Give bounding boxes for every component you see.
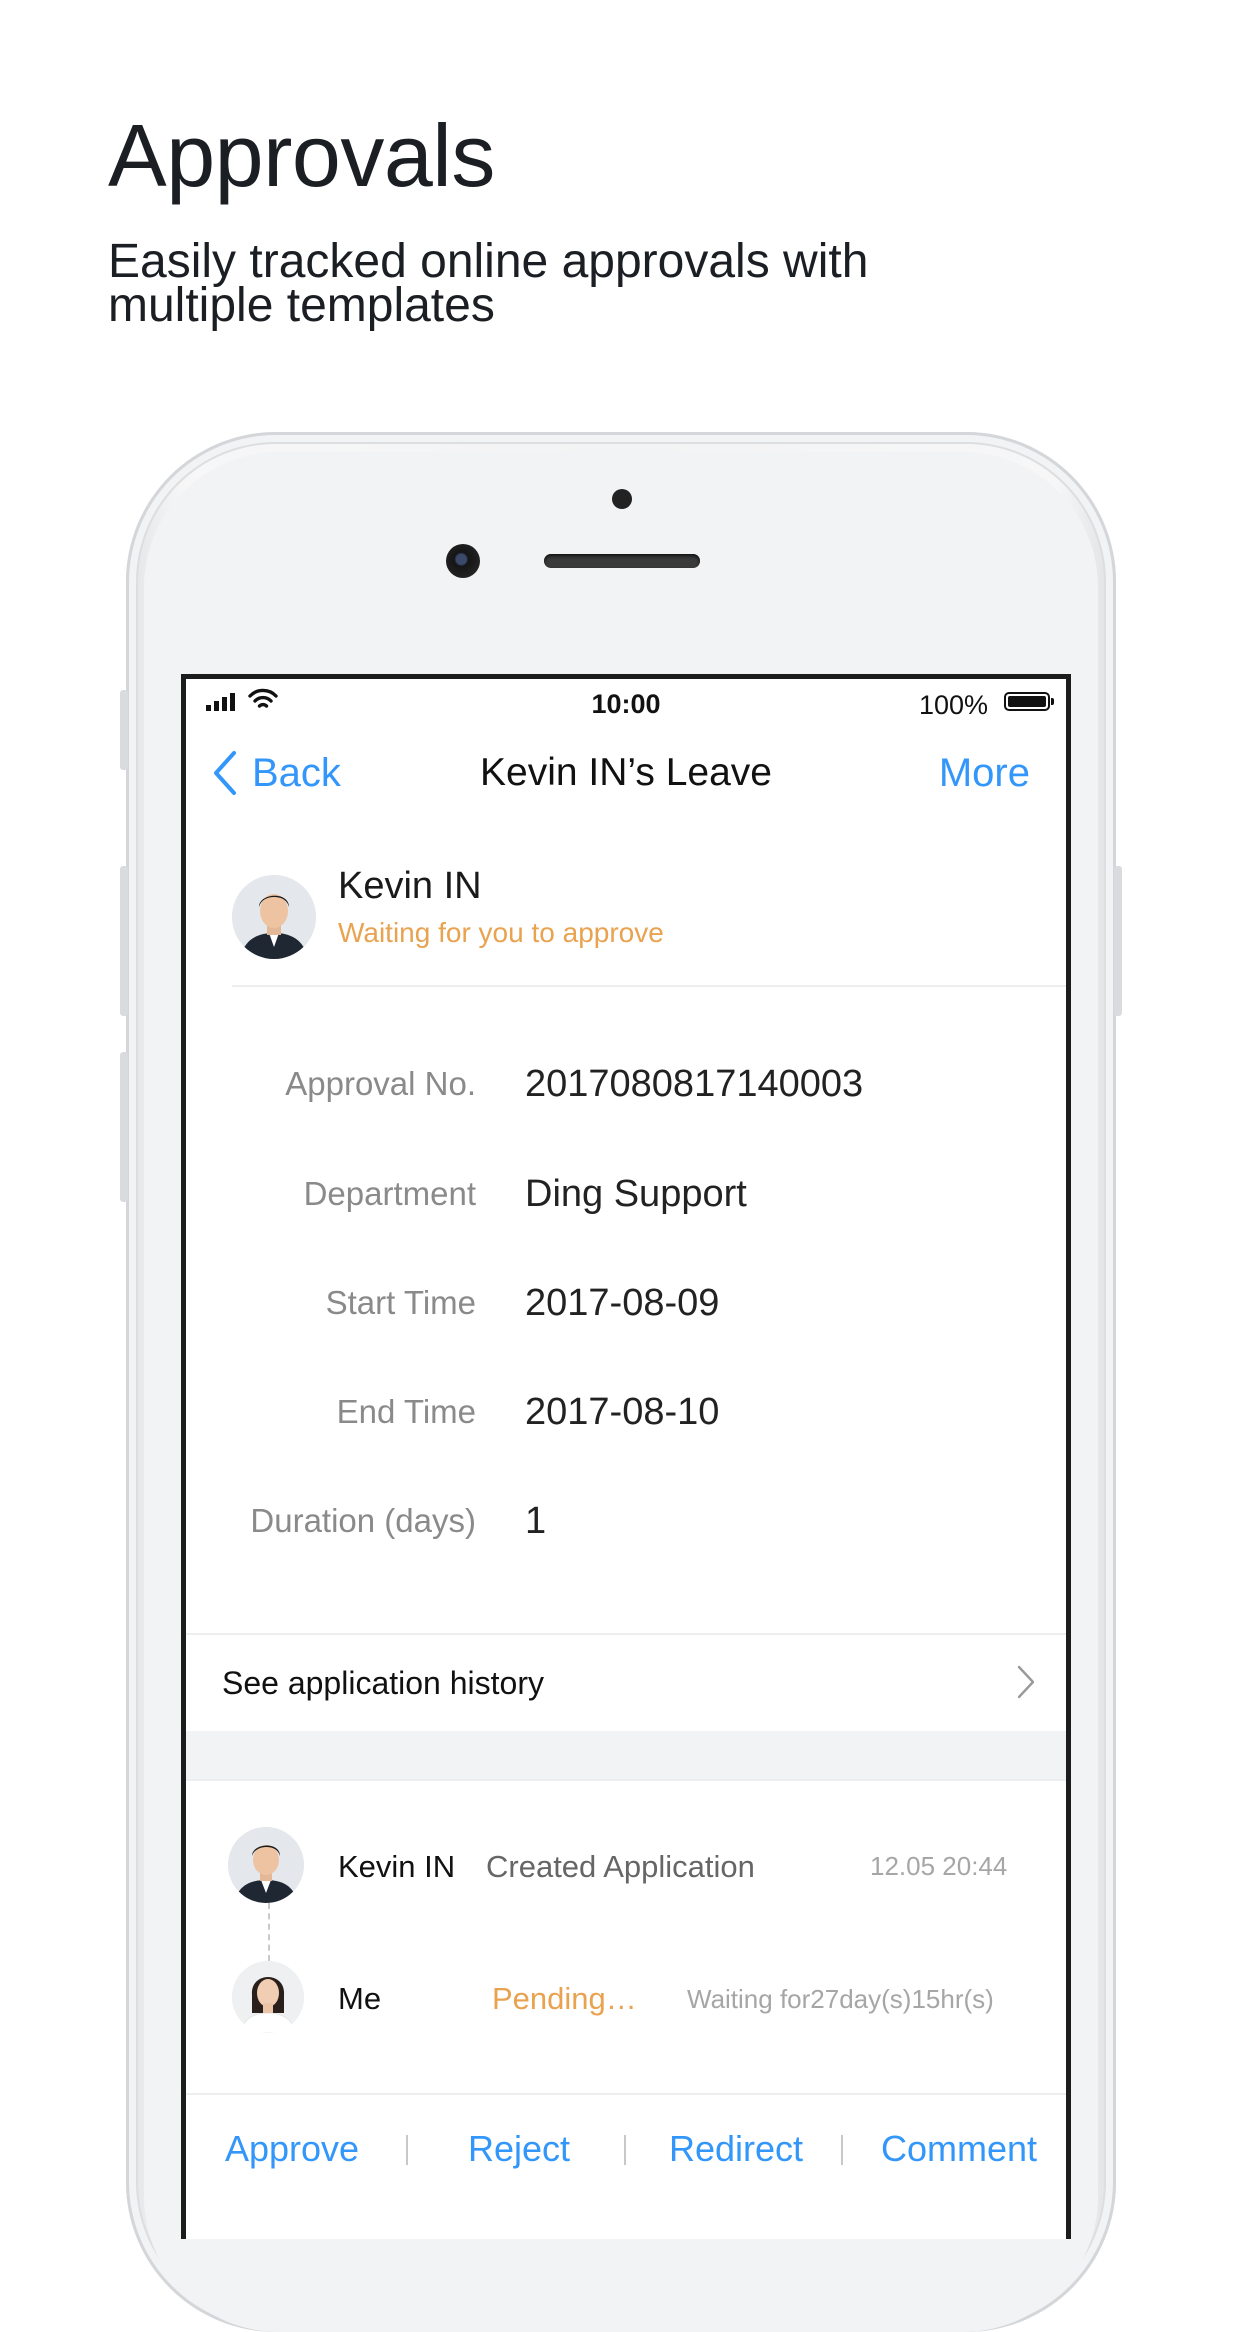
more-button[interactable]: More [939,723,1030,823]
action-bar: Approve Reject Redirect Comment [186,2093,1066,2205]
start-time-label: Start Time [325,1284,476,1321]
department-value: Ding Support [525,1173,747,1215]
front-camera [446,544,480,578]
volume-up-button [120,866,128,1016]
flow-step-name: Kevin IN [338,1849,456,1884]
status-bar: 10:00 100% [186,679,1066,723]
approval-no-value: 2017080817140003 [525,1063,864,1105]
proximity-sensor [612,489,632,509]
power-button [1114,866,1122,1016]
flow-connector [268,1903,270,1961]
duration-label: Duration (days) [250,1502,476,1539]
back-button[interactable]: Back [212,723,341,823]
comment-button[interactable]: Comment [864,2095,1054,2203]
flow-avatar-applicant [228,1827,304,1903]
battery-icon [1004,692,1054,711]
battery-percent: 100% [918,690,988,720]
end-time-label: End Time [336,1393,476,1430]
earpiece-speaker [544,554,700,568]
subheadline: Easily tracked online approvals with mul… [108,235,869,332]
applicant-avatar[interactable] [232,875,316,959]
reject-button[interactable]: Reject [431,2095,607,2203]
section-gap [186,1731,1066,1781]
start-time-value: 2017-08-09 [525,1282,720,1324]
approve-button[interactable]: Approve [204,2095,380,2203]
duration-value: 1 [525,1500,547,1542]
chevron-right-icon [1017,1665,1035,1699]
action-separator [406,2135,408,2165]
approval-status: Waiting for you to approve [338,917,664,948]
flow-step-name: Me [338,1981,382,2016]
flow-step-wait-time: Waiting for27day(s)15hr(s) [687,1984,994,2014]
action-separator [624,2135,626,2165]
headline: Approvals [108,106,495,205]
department-label: Department [303,1175,476,1212]
redirect-button[interactable]: Redirect [648,2095,824,2203]
end-time-value: 2017-08-10 [525,1391,720,1433]
application-history-link[interactable]: See application history [186,1633,1066,1733]
action-separator [841,2135,843,2165]
chevron-left-icon [214,751,236,795]
applicant-name: Kevin IN [338,865,482,907]
back-label: Back [252,750,341,795]
mute-switch [120,690,128,770]
flow-avatar-me [232,1961,304,2033]
flow-step-pending: Pending… [492,1981,637,2016]
flow-step-action: Created Application [486,1849,755,1884]
navigation-bar: Back Kevin IN’s Leave More [186,723,1066,823]
divider [232,985,1066,987]
volume-down-button [120,1052,128,1202]
approval-no-label: Approval No. [285,1065,476,1102]
phone-screen: 10:00 100% Back Kevin IN’s Leave More Ke… [181,674,1071,2239]
history-link-label: See application history [222,1665,544,1701]
flow-step-time: 12.05 20:44 [870,1851,1008,1881]
